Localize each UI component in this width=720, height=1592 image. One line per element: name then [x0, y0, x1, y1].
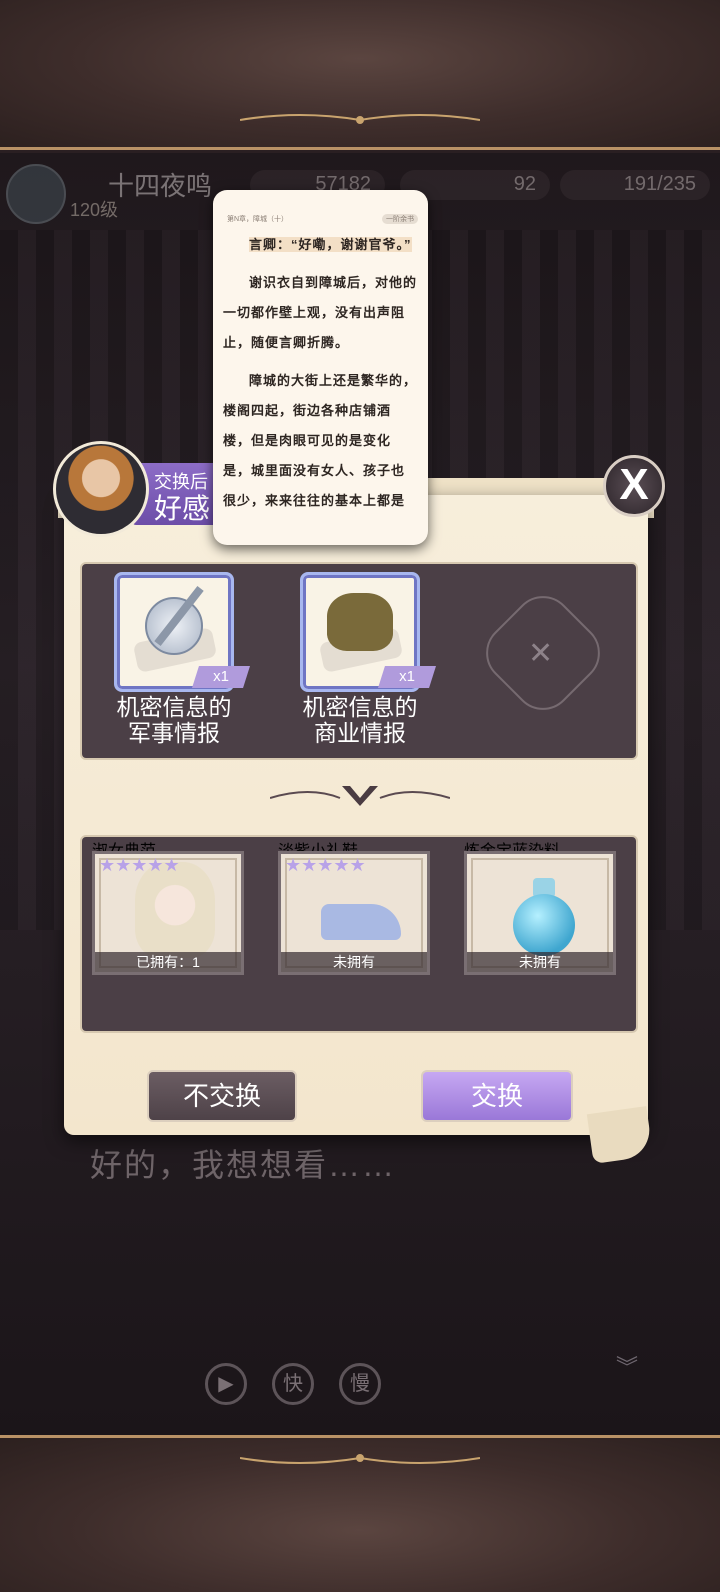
fast-label: 快 — [283, 1373, 303, 1395]
top-ornament-icon — [240, 114, 480, 124]
give-items-box: x1 机密信息的 军事情报 x1 机密信息的 商业情报 ✕ — [80, 562, 638, 760]
item-qty: x1 — [192, 666, 250, 688]
character-avatar — [53, 441, 149, 537]
empty-slot-icon: ✕ — [528, 637, 554, 670]
item-qty: x1 — [378, 666, 436, 688]
preview-badge: 一阶余书 — [382, 214, 418, 224]
bottom-frame — [0, 1435, 720, 1592]
accept-button[interactable]: 交换 — [421, 1070, 573, 1122]
ownership-status: 未拥有 — [281, 952, 427, 972]
preview-meta: 第N章，障城（十） 一阶余书 — [213, 190, 428, 224]
slow-label: 慢 — [350, 1373, 370, 1395]
preview-body: 言卿：“好嘞，谢谢官爷。” 谢识衣自到障城后，对他的一切都作壁上观，没有出声阻止… — [213, 224, 428, 516]
player-level: 120级 — [70, 200, 119, 220]
reward-items-box: ★★★★★ 已拥有：1 淑女典范 ★★★★★ 未拥有 淡紫小礼鞋 未拥有 炼金宝… — [80, 835, 638, 1033]
top-frame — [0, 0, 720, 150]
reward-item-shoe[interactable]: ★★★★★ 未拥有 淡紫小礼鞋 — [278, 837, 430, 975]
rarity-stars: ★★★★★ — [285, 855, 366, 875]
play-icon: ▶ — [218, 1373, 234, 1395]
close-button[interactable]: X — [603, 455, 665, 517]
item-label: 机密信息的 商业情报 — [302, 694, 418, 746]
shoe-icon: ★★★★★ 未拥有 — [278, 851, 430, 975]
item-label: 机密信息的 军事情报 — [116, 694, 232, 746]
chevron-down-icon[interactable]: ︾ — [616, 1350, 638, 1382]
auto-play-button[interactable]: ▶ — [205, 1363, 247, 1405]
preview-paragraph: 言卿：“好嘞，谢谢官爷。” — [249, 237, 412, 252]
stamina-counter[interactable]: 191/235 — [560, 170, 710, 200]
rarity-stars: ★★★★★ — [99, 855, 180, 875]
exchange-arrow-icon — [270, 786, 450, 806]
preview-chapter: 第N章，障城（十） — [227, 216, 289, 223]
player-avatar[interactable] — [6, 164, 66, 224]
reward-item-lady[interactable]: ★★★★★ 已拥有：1 淑女典范 — [92, 837, 244, 975]
ownership-status: 未拥有 — [467, 952, 613, 972]
fast-forward-button[interactable]: 快 — [272, 1363, 314, 1405]
story-preview-card[interactable]: 第N章，障城（十） 一阶余书 言卿：“好嘞，谢谢官爷。” 谢识衣自到障城后，对他… — [213, 190, 428, 545]
preview-paragraph: 谢识衣自到障城后，对他的一切都作壁上观，没有出声阻止，随便言卿折腾。 — [223, 275, 418, 350]
slow-button[interactable]: 慢 — [339, 1363, 381, 1405]
reward-item-dye[interactable]: 未拥有 炼金宝蓝染料 — [464, 837, 616, 975]
close-icon: X — [619, 460, 649, 509]
dialog-text[interactable]: 好的，我想想看…… — [90, 1140, 396, 1186]
bottom-ornament-icon — [240, 1454, 480, 1464]
potion-bottle-icon: 未拥有 — [464, 851, 616, 975]
ownership-status: 已拥有：1 — [95, 952, 241, 972]
preview-paragraph: 障城的大街上还是繁华的，楼阁四起，街边各种店铺酒楼，但是肉眼可见的是变化是，城里… — [223, 373, 418, 508]
decline-button[interactable]: 不交换 — [147, 1070, 297, 1122]
lady-portrait-icon: ★★★★★ 已拥有：1 — [92, 851, 244, 975]
